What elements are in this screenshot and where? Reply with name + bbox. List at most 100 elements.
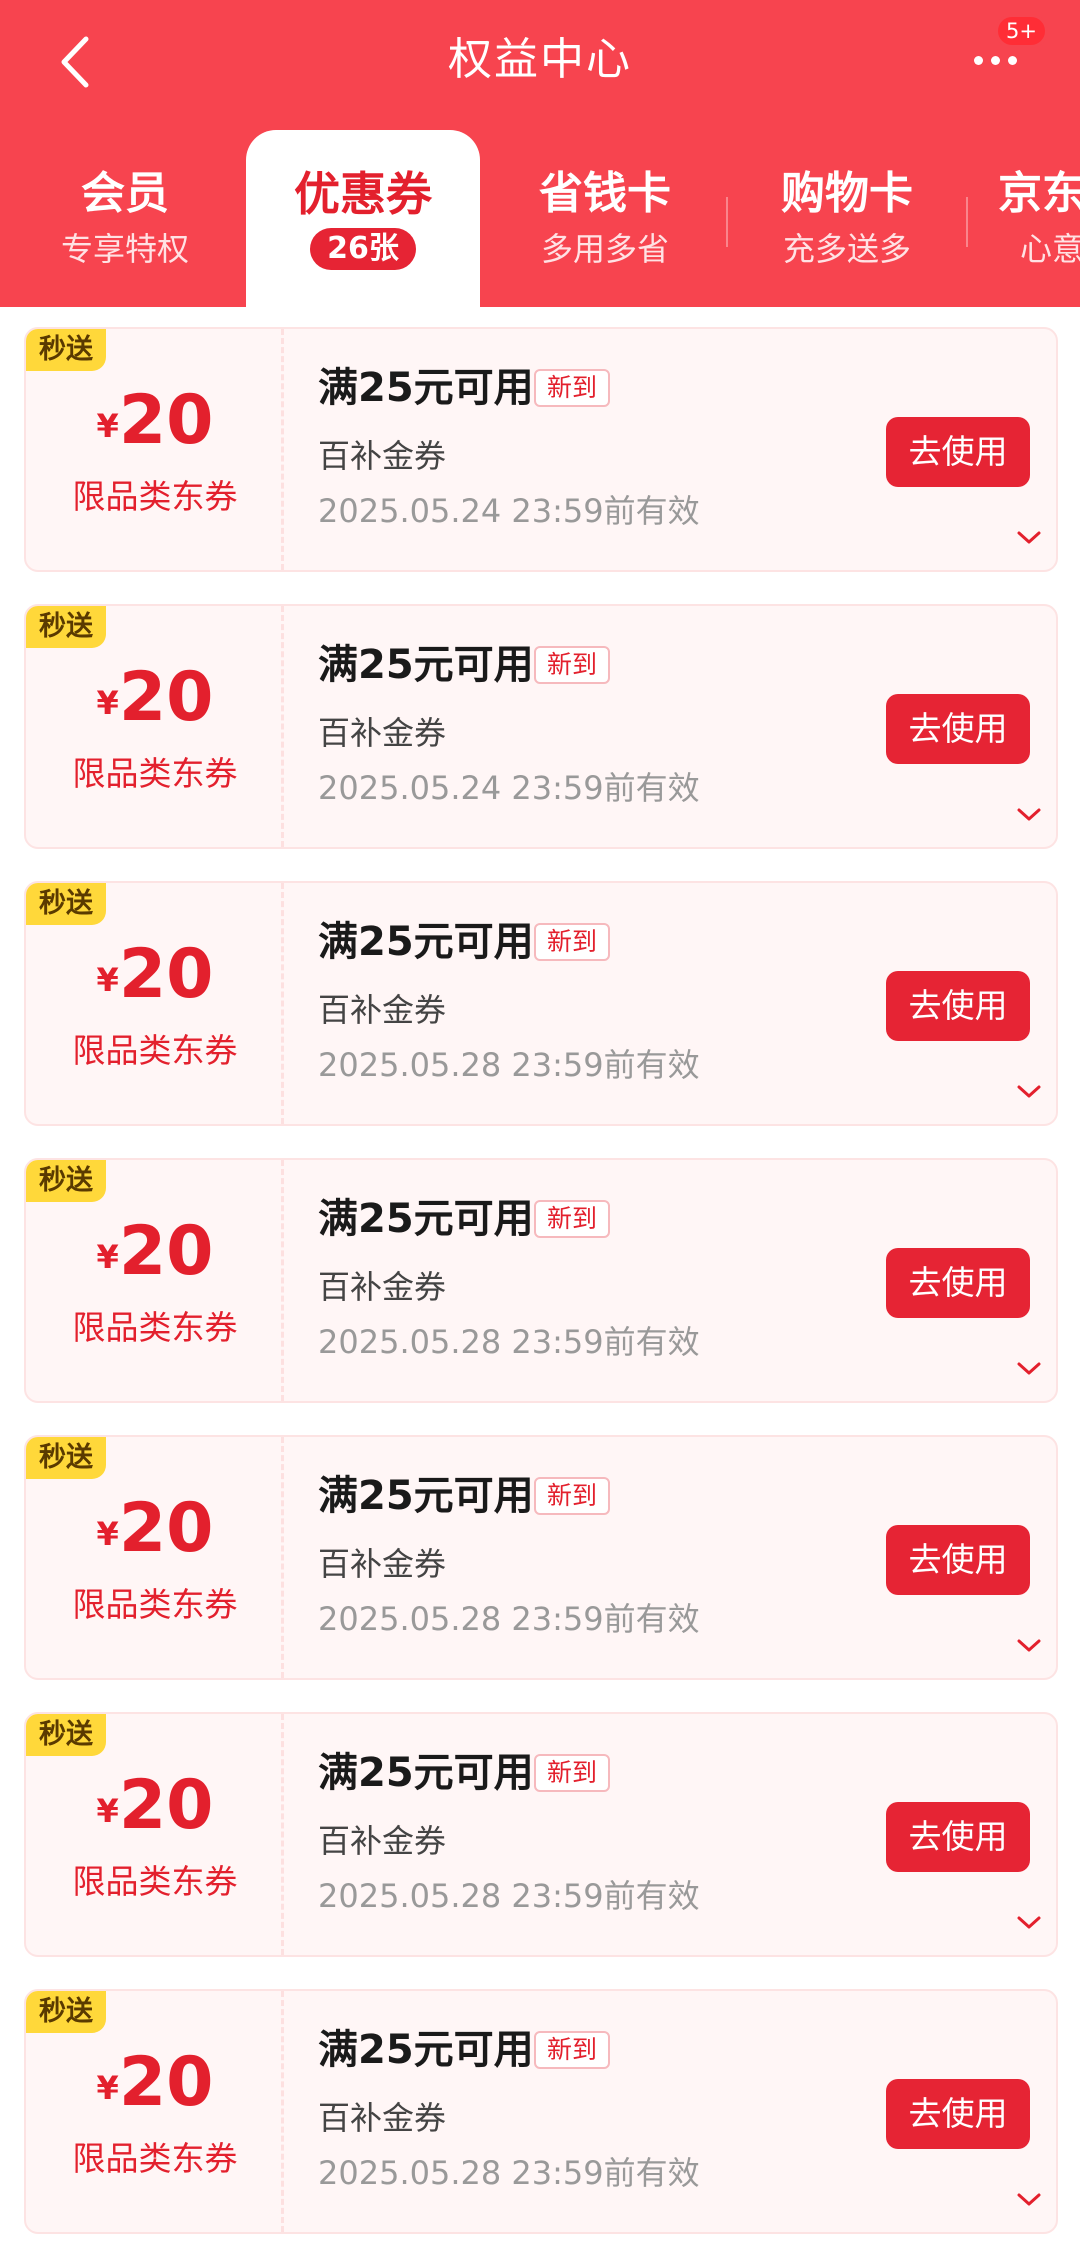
coupon-card[interactable]: 秒送 ¥20 限品类东券 满25元可用 新到百补金券 2025.05.28 23:59前有… (24, 881, 1058, 1126)
coupon-amount: ¥20 (26, 1212, 284, 1291)
use-coupon-button[interactable]: 去使用 (886, 2079, 1030, 2149)
coupon-value-panel: 秒送 ¥20 限品类东券 (26, 1437, 284, 1678)
chevron-down-icon[interactable] (1016, 1083, 1042, 1101)
coupon-tag: 秒送 (26, 329, 106, 371)
currency-symbol: ¥ (96, 407, 119, 445)
chevron-down-icon[interactable] (1016, 1360, 1042, 1378)
tab-member[interactable]: 会员 专享特权 (20, 130, 230, 307)
coupon-amount: ¥20 (26, 381, 284, 460)
coupon-scope: 限品类东券 (72, 1585, 238, 1624)
amount-value: 20 (118, 658, 214, 737)
coupon-title: 满25元可用 (318, 642, 534, 688)
new-badge: 新到 (534, 646, 610, 684)
coupon-value-panel: 秒送 ¥20 限品类东券 (26, 1991, 284, 2232)
chevron-down-icon[interactable] (1016, 806, 1042, 824)
coupon-title: 满25元可用 (318, 1473, 534, 1519)
currency-symbol: ¥ (96, 1515, 119, 1553)
coupon-tag: 秒送 (26, 1714, 106, 1756)
amount-value: 20 (118, 1212, 214, 1291)
new-badge: 新到 (534, 1754, 610, 1792)
coupon-tag: 秒送 (26, 883, 106, 925)
tab-label: 购物卡 (781, 168, 913, 219)
chevron-down-icon[interactable] (1016, 1637, 1042, 1655)
coupon-amount: ¥20 (26, 2043, 284, 2122)
tab-sub-label: 专享特权 (60, 230, 189, 268)
chevron-down-icon[interactable] (1016, 1914, 1042, 1932)
more-dot (1007, 55, 1017, 65)
coupon-subtitle: 百补金券 (318, 1822, 447, 1860)
currency-symbol: ¥ (96, 1238, 119, 1276)
currency-symbol: ¥ (96, 1792, 119, 1830)
coupon-card[interactable]: 秒送 ¥20 限品类东券 满25元可用 新到 百补金券 2025.05.28 23:59前有… (24, 1158, 1058, 1403)
amount-value: 20 (118, 1489, 214, 1568)
use-coupon-button[interactable]: 去使用 (886, 417, 1030, 487)
currency-symbol: ¥ (96, 684, 119, 722)
coupon-tag: 秒送 (26, 1991, 106, 2033)
coupon-scope: 限品类东券 (72, 2139, 238, 2178)
coupon-amount: ¥20 (26, 1489, 284, 1568)
coupon-scope: 限品类东券 (72, 1308, 238, 1347)
new-badge: 新到 (534, 369, 610, 407)
use-coupon-button[interactable]: 去使用 (886, 971, 1030, 1041)
coupon-value-panel: 秒送 ¥20 限品类东券 (26, 883, 284, 1124)
chevron-down-icon[interactable] (1016, 529, 1042, 547)
coupon-expiry: 2025.05.28 23:59前有效 (318, 1600, 700, 1638)
coupon-title: 满25元可用 (318, 1750, 534, 1796)
coupon-count-badge: 26张 (310, 228, 416, 270)
coupon-value-panel: 秒送 ¥20 限品类东券 (26, 329, 284, 570)
tab-label: 京东 (998, 168, 1080, 219)
coupon-subtitle: 百补金券 (318, 1545, 447, 1583)
chevron-down-icon[interactable] (1016, 2191, 1042, 2209)
currency-symbol: ¥ (96, 961, 119, 999)
nav-bar: 权益中心 5+ (0, 0, 1080, 130)
tab-label: 优惠券 (294, 167, 432, 221)
coupon-subtitle: 百补金券 (318, 714, 447, 752)
coupon-amount: ¥20 (26, 935, 284, 1014)
coupon-title: 满25元可用 (318, 919, 534, 965)
coupon-value-panel: 秒送 ¥20 限品类东券 (26, 1160, 284, 1401)
coupon-expiry: 2025.05.28 23:59前有效 (318, 1323, 700, 1361)
coupon-subtitle: 百补金券 (318, 1268, 447, 1306)
tab-sub-label: 充多送多 (782, 230, 911, 268)
tab-divider (966, 197, 968, 247)
header: 权益中心 5+ 会员 专享特权 优惠券 26张 省钱卡 多用多省 购物卡 充多送… (0, 0, 1080, 307)
coupon-tag: 秒送 (26, 1437, 106, 1479)
coupon-title: 满25元可用 (318, 2027, 534, 2073)
coupon-card[interactable]: 秒送 ¥20 限品类东券 满25元可用 新到 百补金券 2025.05.24 23:59前有… (24, 327, 1058, 572)
amount-value: 20 (118, 935, 214, 1014)
tab-coupons[interactable]: 优惠券 26张 (246, 130, 480, 307)
tab-sub-label: 心意 (1020, 230, 1080, 268)
coupon-card[interactable]: 秒送 ¥20 限品类东券 满25元可用 新到百补金券 2025.05.28 23:59前有… (24, 1435, 1058, 1680)
new-badge: 新到 (534, 2031, 610, 2069)
notification-badge: 5+ (995, 14, 1048, 48)
use-coupon-button[interactable]: 去使用 (886, 694, 1030, 764)
coupon-expiry: 2025.05.24 23:59前有效 (318, 492, 700, 530)
coupon-expiry: 2025.05.28 23:59前有效 (318, 2154, 700, 2192)
coupon-expiry: 2025.05.28 23:59前有效 (318, 1046, 700, 1084)
more-dots-icon (973, 55, 983, 65)
amount-value: 20 (118, 2043, 214, 2122)
coupon-scope: 限品类东券 (72, 1031, 238, 1070)
coupon-title: 满25元可用 (318, 1196, 534, 1242)
use-coupon-button[interactable]: 去使用 (886, 1802, 1030, 1872)
use-coupon-button[interactable]: 去使用 (886, 1248, 1030, 1318)
coupon-card[interactable]: 秒送 ¥20 限品类东券 满25元可用 新到 百补金券 2025.05.28 23:59前有… (24, 1712, 1058, 1957)
coupon-tag: 秒送 (26, 606, 106, 648)
amount-value: 20 (118, 1766, 214, 1845)
new-badge: 新到 (534, 923, 610, 961)
tab-shopping-card[interactable]: 购物卡 充多送多 (742, 130, 952, 307)
tab-savings-card[interactable]: 省钱卡 多用多省 (500, 130, 710, 307)
coupon-card[interactable]: 秒送 ¥20 限品类东券 满25元可用 新到百补金券 2025.05.24 23:59前有… (24, 604, 1058, 849)
new-badge: 新到 (534, 1477, 610, 1515)
tab-jd[interactable]: 京东 心意 (998, 130, 1080, 307)
coupon-subtitle: 百补金券 (318, 991, 447, 1029)
coupon-card[interactable]: 秒送 ¥20 限品类东券 满25元可用 新到 百补金券 2025.05.28 23:59前有… (24, 1989, 1058, 2234)
tab-label: 会员 (81, 168, 169, 219)
currency-symbol: ¥ (96, 2069, 119, 2107)
coupon-amount: ¥20 (26, 658, 284, 737)
use-coupon-button[interactable]: 去使用 (886, 1525, 1030, 1595)
coupon-scope: 限品类东券 (72, 754, 238, 793)
coupon-expiry: 2025.05.24 23:59前有效 (318, 769, 700, 807)
coupon-tag: 秒送 (26, 1160, 106, 1202)
tab-divider (726, 197, 728, 247)
